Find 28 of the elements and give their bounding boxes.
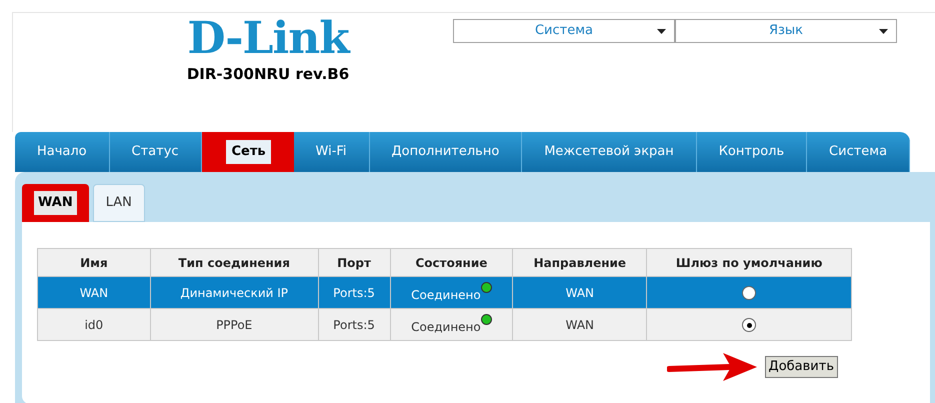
sub-tab[interactable]: LAN [92, 184, 145, 222]
table-cell: WAN [512, 276, 647, 308]
sub-tab[interactable]: WAN [22, 184, 89, 222]
model-name: DIR-300NRU rev.B6 [186, 64, 350, 85]
caret-icon [657, 29, 666, 34]
table-cell: Динамический IP [150, 276, 318, 308]
nav-tab[interactable]: Сеть [202, 132, 294, 172]
dropdown[interactable]: Язык [675, 19, 897, 43]
status-text: Соединено [411, 318, 481, 336]
table-cell: id0 [38, 308, 150, 340]
table-cell: Ports:5 [318, 276, 390, 308]
column-header: Тип соединения [150, 248, 318, 276]
column-header: Имя [38, 248, 150, 276]
column-header: Состояние [390, 248, 513, 276]
status-text: Соединено [411, 286, 481, 304]
logo: D-Link [187, 15, 349, 63]
dropdown[interactable]: Система [453, 19, 675, 43]
radio-button[interactable] [742, 286, 756, 300]
radio-button[interactable] [742, 318, 756, 332]
column-header: Шлюз по умолчанию [646, 248, 852, 276]
table-cell: WAN [38, 276, 150, 308]
caret-icon [879, 29, 888, 34]
table-cell: WAN [512, 308, 647, 340]
add-button[interactable]: Добавить [764, 356, 838, 378]
table-cell: Ports:5 [318, 308, 390, 340]
column-header: Направление [512, 248, 647, 276]
table-cell: PPPoE [150, 308, 318, 340]
column-header: Порт [318, 248, 390, 276]
